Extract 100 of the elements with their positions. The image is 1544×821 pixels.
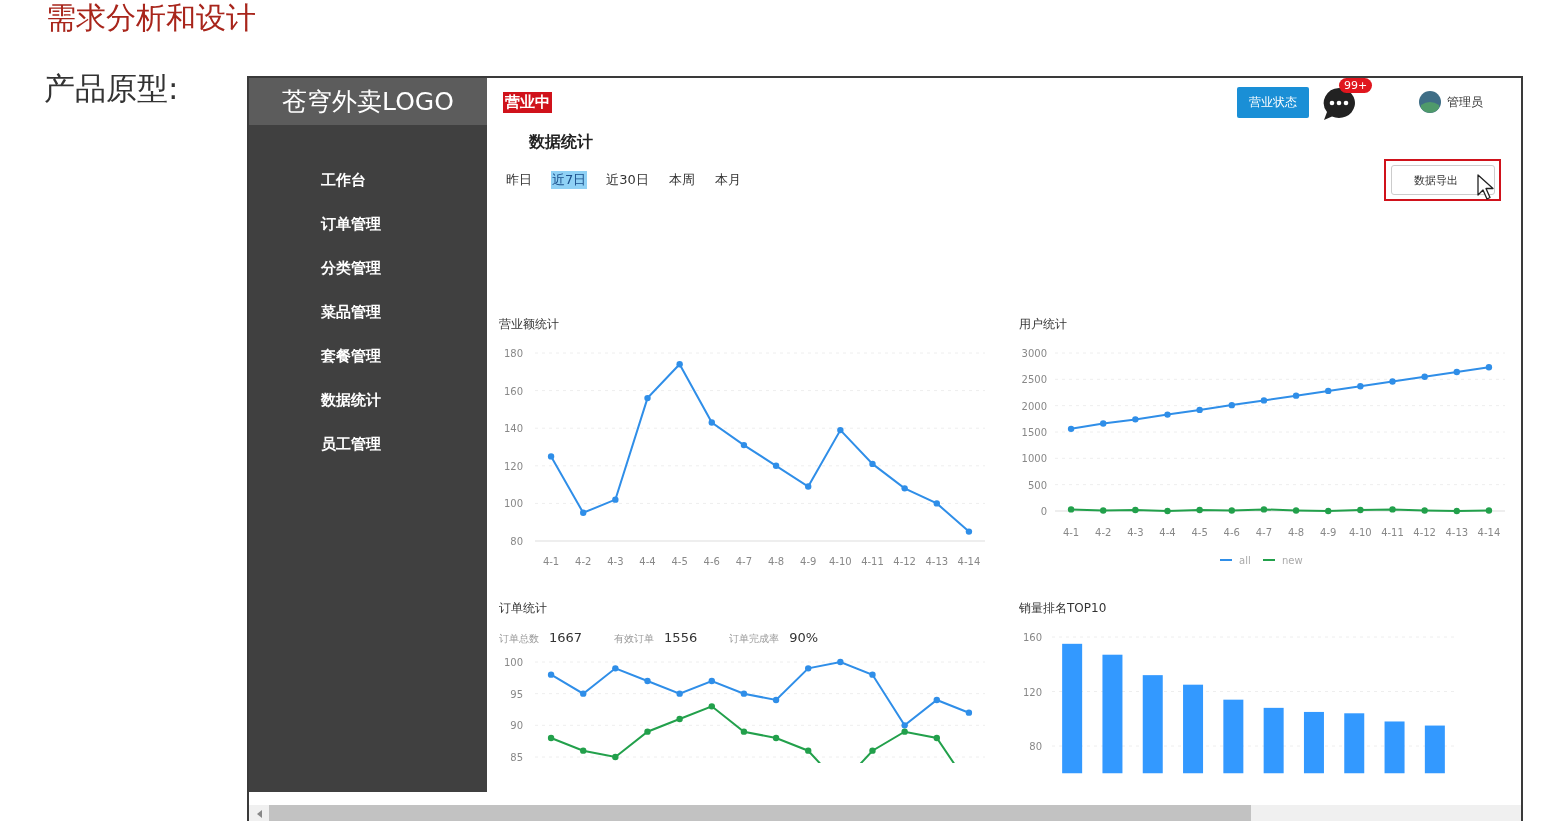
data-point (1292, 392, 1300, 399)
data-point (837, 658, 844, 666)
axis-label: 4-10 (829, 556, 852, 567)
scroll-left-icon[interactable] (257, 810, 263, 818)
axis-label: 4-14 (1477, 527, 1501, 538)
data-point (805, 665, 812, 672)
data-point (933, 696, 940, 704)
data-point (612, 665, 619, 672)
data-point (740, 690, 748, 697)
axis-label: 4-13 (1445, 527, 1469, 538)
date-tab[interactable]: 近30日 (605, 171, 650, 189)
data-point (644, 394, 651, 402)
menu-item[interactable]: 订单管理 (321, 213, 381, 257)
data-point (772, 734, 780, 742)
data-point (933, 500, 940, 507)
axis-label: 4-12 (1413, 527, 1436, 538)
chart-title: 销量排名TOP10 (1018, 600, 1108, 617)
data-point (1067, 506, 1075, 513)
data-point (644, 677, 651, 685)
date-tab[interactable]: 本周 (667, 171, 696, 189)
data-point (1196, 406, 1203, 414)
data-point (1132, 506, 1139, 514)
data-point (676, 361, 683, 368)
date-tab[interactable]: 本月 (713, 171, 742, 189)
data-point (1453, 368, 1460, 376)
data-point (1196, 506, 1203, 514)
data-point (1228, 401, 1235, 409)
data-point (1260, 397, 1268, 404)
summary-label: 有效订单 (614, 632, 655, 646)
date-tab[interactable]: 昨日 (505, 171, 533, 189)
summary-label: 订单完成率 (729, 632, 780, 646)
data-point (965, 528, 973, 535)
data-point (1357, 383, 1364, 390)
axis-label: 80 (510, 536, 523, 547)
axis-label: 4-9 (800, 556, 817, 567)
legend-label: all (1239, 555, 1251, 566)
data-point (1357, 506, 1364, 514)
data-point (580, 690, 587, 697)
axis-label: 4-13 (925, 556, 949, 567)
export-button[interactable]: 数据导出 (1391, 165, 1495, 195)
axis-label: 4-14 (957, 556, 981, 567)
axis-label: 3000 (1021, 348, 1047, 359)
data-point (1389, 378, 1396, 385)
axis-label: 4-6 (703, 556, 720, 567)
chart-title: 用户统计 (1018, 316, 1068, 333)
menu-item[interactable]: 工作台 (321, 169, 366, 213)
menu-item[interactable]: 员工管理 (321, 433, 381, 477)
axis-label: 4-1 (542, 556, 560, 567)
axis-label: 140 (503, 423, 523, 435)
data-point (676, 690, 683, 697)
axis-label: 95 (510, 688, 523, 700)
axis-label: 4-11 (861, 556, 884, 567)
axis-label: 4-2 (1095, 527, 1112, 538)
axis-label: 2500 (1021, 374, 1047, 386)
data-point (580, 747, 587, 754)
axis-label: 4-3 (1127, 527, 1144, 538)
axis-label: 4-8 (1287, 527, 1305, 538)
menu-item[interactable]: 菜品管理 (321, 301, 381, 345)
status-button[interactable]: 营业状态 (1237, 86, 1309, 118)
date-tab[interactable]: 近7日 (551, 171, 588, 189)
menu-item[interactable]: 数据统计 (321, 389, 381, 433)
axis-label: 4-10 (1349, 527, 1372, 538)
chart-title: 订单统计 (498, 600, 548, 617)
bar (1424, 725, 1445, 774)
legend-label: new (1282, 555, 1303, 566)
axis-label: 85 (510, 752, 523, 763)
data-point (965, 709, 973, 716)
axis-label: 0 (1040, 506, 1047, 517)
axis-label: 4-1 (1062, 527, 1080, 538)
data-point (612, 496, 619, 503)
axis-label: 4-4 (1159, 527, 1176, 538)
status-badge: 营业中 (503, 91, 552, 113)
data-point (740, 728, 748, 735)
data-point (1485, 507, 1493, 514)
data-point (1164, 507, 1171, 515)
axis-label: 1000 (1021, 453, 1047, 465)
avatar-icon (1419, 91, 1441, 113)
scrollbar-thumb[interactable] (269, 805, 1251, 821)
data-point (1260, 506, 1268, 513)
logo: 苍穹外卖LOGO (249, 78, 487, 125)
slide-label: 产品原型: (44, 69, 179, 108)
axis-label: 180 (503, 348, 523, 359)
data-point (708, 677, 715, 685)
axis-label: 4-9 (1320, 527, 1337, 538)
axis-label: 4-5 (1191, 527, 1208, 538)
axis-label: 160 (1022, 632, 1042, 643)
message-count-badge: 99+ (1339, 78, 1373, 93)
horizontal-scrollbar[interactable] (249, 805, 1521, 821)
data-point (547, 734, 555, 742)
data-point (772, 462, 780, 469)
data-point (1325, 507, 1332, 515)
data-point (869, 671, 876, 678)
data-point (1067, 425, 1075, 433)
user-name[interactable]: 管理员 (1447, 93, 1483, 111)
data-point (1453, 507, 1460, 515)
menu-item[interactable]: 分类管理 (321, 257, 381, 301)
menu-item[interactable]: 套餐管理 (321, 345, 381, 389)
bar (1384, 721, 1405, 774)
data-point (1100, 507, 1107, 514)
slide-title: 需求分析和设计 (46, 0, 256, 36)
